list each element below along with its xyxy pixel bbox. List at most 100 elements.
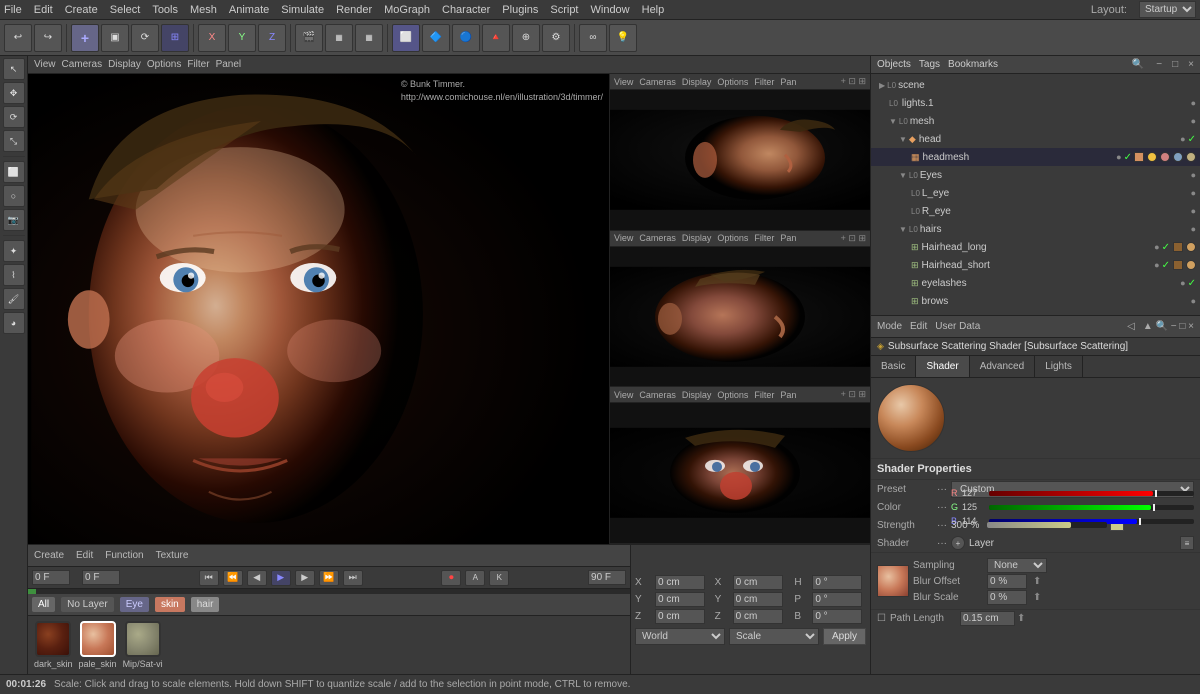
- scene-close-icon[interactable]: ×: [1188, 59, 1194, 70]
- frame-current-input[interactable]: [82, 570, 120, 585]
- anim-tab-create[interactable]: Create: [34, 550, 64, 561]
- apply-button[interactable]: Apply: [823, 628, 866, 645]
- menu-script[interactable]: Script: [550, 4, 578, 16]
- blur-offset-input[interactable]: [987, 574, 1027, 589]
- left-tool-scale[interactable]: ⤡: [3, 130, 25, 152]
- edit-tab[interactable]: Edit: [910, 321, 927, 332]
- shader-add-btn[interactable]: +: [951, 536, 965, 550]
- menu-simulate[interactable]: Simulate: [281, 4, 324, 16]
- tree-hairs[interactable]: ▼ L0 hairs ●: [871, 220, 1200, 238]
- vp-bar-display[interactable]: Display: [108, 59, 141, 70]
- mat-panel-minimize[interactable]: ◁: [1127, 321, 1135, 332]
- tab-shader[interactable]: Shader: [916, 356, 969, 377]
- mode-tab[interactable]: Mode: [877, 321, 902, 332]
- tl-btn-play[interactable]: ▶: [271, 570, 291, 586]
- left-tool-light[interactable]: ✦: [3, 240, 25, 262]
- swatch-dark-skin[interactable]: dark_skin: [34, 621, 73, 669]
- tree-mesh[interactable]: ▼ L0 mesh ●: [871, 112, 1200, 130]
- menu-file[interactable]: File: [4, 4, 22, 16]
- tl-btn-rewind[interactable]: ⏮: [199, 570, 219, 586]
- vp-tr-options[interactable]: Options: [717, 77, 748, 87]
- scale-select[interactable]: Scale: [729, 628, 819, 645]
- tool-obj4[interactable]: 🔺: [482, 24, 510, 52]
- tool-redo[interactable]: ↪: [34, 24, 62, 52]
- viewport-top-right[interactable]: View Cameras Display Options Filter Pan …: [610, 74, 870, 231]
- r-slider[interactable]: [989, 491, 1194, 496]
- tl-btn-prev[interactable]: ⏪: [223, 570, 243, 586]
- vp-tr-display[interactable]: Display: [682, 77, 712, 87]
- scene-bookmarks-label[interactable]: Bookmarks: [948, 59, 998, 70]
- filter-nolayer[interactable]: No Layer: [61, 597, 114, 612]
- vp-mr-filter[interactable]: Filter: [754, 233, 774, 243]
- tool-y[interactable]: Y: [228, 24, 256, 52]
- path-length-checkbox[interactable]: ☐: [877, 613, 886, 624]
- tool-obj1[interactable]: ⬜: [392, 24, 420, 52]
- tl-btn-auto[interactable]: A: [465, 570, 485, 586]
- left-tool-box[interactable]: ⬜: [3, 161, 25, 183]
- anim-tab-function[interactable]: Function: [105, 550, 143, 561]
- blur-scale-spinner[interactable]: ⬆: [1033, 592, 1041, 603]
- tl-btn-prev-frame[interactable]: ◀: [247, 570, 267, 586]
- vp-br-view[interactable]: View: [614, 390, 633, 400]
- vp-mr-pan[interactable]: Pan: [780, 233, 796, 243]
- coord-p-input[interactable]: [812, 592, 862, 607]
- tab-advanced[interactable]: Advanced: [970, 356, 1035, 377]
- path-length-input[interactable]: [960, 611, 1015, 626]
- sampling-select[interactable]: None Low Medium: [987, 558, 1047, 573]
- tool-scale[interactable]: ⊞: [161, 24, 189, 52]
- tl-btn-end[interactable]: ⏭: [343, 570, 363, 586]
- vp-mr-view[interactable]: View: [614, 233, 633, 243]
- scene-minimize-icon[interactable]: −: [1156, 59, 1162, 70]
- menu-render[interactable]: Render: [336, 4, 372, 16]
- blur-offset-spinner[interactable]: ⬆: [1033, 576, 1041, 587]
- tool-obj6[interactable]: ⚙: [542, 24, 570, 52]
- coord-b-input[interactable]: [812, 609, 862, 624]
- main-viewport[interactable]: © Bunk Timmer. http://www.comichouse.nl/…: [28, 74, 610, 544]
- vp-bar-panel[interactable]: Panel: [216, 59, 242, 70]
- left-tool-camera[interactable]: 📷: [3, 209, 25, 231]
- tl-btn-record[interactable]: ⏺: [441, 570, 461, 586]
- filter-hair[interactable]: hair: [191, 597, 220, 612]
- menu-mograph[interactable]: MoGraph: [384, 4, 430, 16]
- coord-y2-input[interactable]: [733, 592, 783, 607]
- menu-edit[interactable]: Edit: [34, 4, 53, 16]
- coord-x2-input[interactable]: [733, 575, 783, 590]
- tree-hairshort[interactable]: ⊞ Hairhead_short ● ✓: [871, 256, 1200, 274]
- frame-start-input[interactable]: [32, 570, 70, 585]
- menu-tools[interactable]: Tools: [152, 4, 178, 16]
- left-tool-paint[interactable]: 🖌: [3, 288, 25, 310]
- tl-btn-next[interactable]: ⏩: [319, 570, 339, 586]
- coord-x-input[interactable]: [655, 575, 705, 590]
- blur-scale-input[interactable]: [987, 590, 1027, 605]
- tl-btn-key[interactable]: K: [489, 570, 509, 586]
- vp-tr-filter[interactable]: Filter: [754, 77, 774, 87]
- filter-eye[interactable]: Eye: [120, 597, 149, 612]
- vp-br-pan[interactable]: Pan: [780, 390, 796, 400]
- scene-search-icon[interactable]: 🔍: [1132, 59, 1144, 70]
- coord-y-input[interactable]: [655, 592, 705, 607]
- timeline-track[interactable]: 0 5 10 15 20 25 30 35 40 45 50 55 60 65: [28, 589, 630, 594]
- coord-z-input[interactable]: [655, 609, 705, 624]
- vp-bar-options[interactable]: Options: [147, 59, 181, 70]
- vp-bar-view[interactable]: View: [34, 59, 56, 70]
- vp-mr-options[interactable]: Options: [717, 233, 748, 243]
- vp-br-cameras[interactable]: Cameras: [639, 390, 676, 400]
- tab-basic[interactable]: Basic: [871, 356, 916, 377]
- left-tool-cursor[interactable]: ↖: [3, 58, 25, 80]
- tool-obj3[interactable]: 🔵: [452, 24, 480, 52]
- vp-tr-cameras[interactable]: Cameras: [639, 77, 676, 87]
- vp-mr-cameras[interactable]: Cameras: [639, 233, 676, 243]
- tool-add[interactable]: +: [71, 24, 99, 52]
- tool-light[interactable]: 💡: [609, 24, 637, 52]
- userdata-tab[interactable]: User Data: [935, 321, 980, 332]
- tab-lights[interactable]: Lights: [1035, 356, 1083, 377]
- vp-bar-filter[interactable]: Filter: [187, 59, 209, 70]
- left-tool-move[interactable]: ✥: [3, 82, 25, 104]
- layout-select[interactable]: Startup: [1139, 1, 1196, 18]
- menu-animate[interactable]: Animate: [229, 4, 269, 16]
- vp-br-options[interactable]: Options: [717, 390, 748, 400]
- anim-tab-texture[interactable]: Texture: [156, 550, 189, 561]
- swatch-pale-skin[interactable]: pale_skin: [79, 621, 117, 669]
- tree-headmesh[interactable]: ▦ headmesh ● ✓: [871, 148, 1200, 166]
- swatch-mip[interactable]: Mip/Sat-vi: [123, 621, 163, 669]
